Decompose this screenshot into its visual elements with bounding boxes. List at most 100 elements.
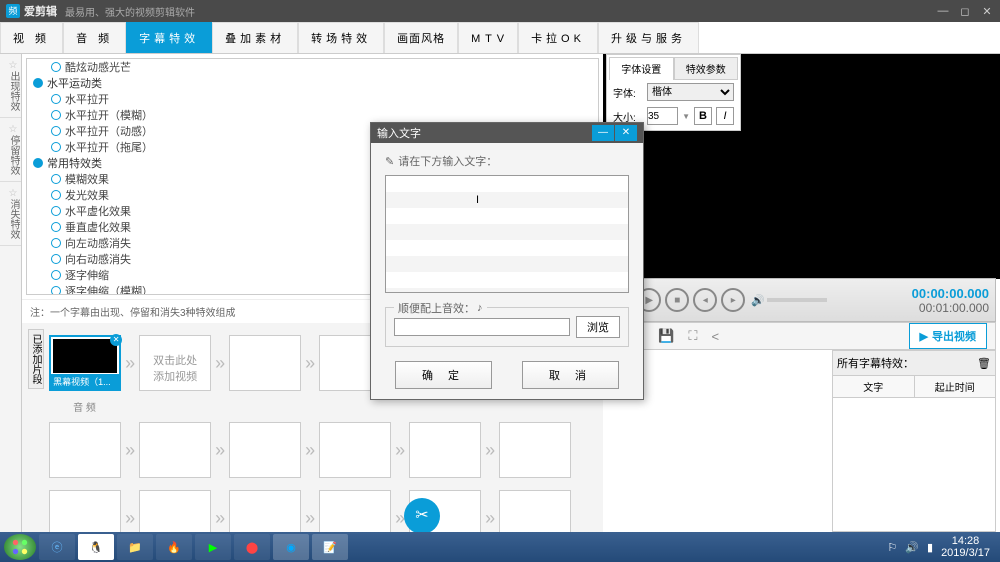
music-note-icon: ♪ — [477, 302, 483, 314]
audio-path-input[interactable] — [394, 318, 570, 336]
delete-icon[interactable]: 🗑 — [977, 357, 991, 370]
taskbar-aijianji-icon[interactable]: ◉ — [273, 534, 309, 560]
radio-icon — [51, 126, 61, 136]
next-frame-button[interactable]: ▸ — [721, 288, 745, 312]
effect-item[interactable]: 水平拉开 — [27, 91, 598, 107]
app-logo-icon: 频 — [6, 4, 20, 18]
taskbar-notepad-icon[interactable]: 📝 — [312, 534, 348, 560]
radio-icon — [51, 62, 61, 72]
main-tab-5[interactable]: 画面风格 — [384, 22, 458, 53]
effect-category[interactable]: 水平运动类 — [27, 75, 598, 91]
empty-audio-slot[interactable] — [319, 422, 391, 478]
radio-icon — [51, 286, 61, 295]
col-time[interactable]: 起止时间 — [915, 376, 996, 397]
effect-item[interactable]: 酷炫动感光芒 — [27, 59, 598, 75]
radio-icon — [51, 222, 61, 232]
minimize-button[interactable]: — — [936, 5, 950, 18]
input-text-dialog: 输入文字 — ✕ ✎ 请在下方输入文字： I 顺便配上音效： ♪ 浏览 确 定 … — [370, 122, 644, 400]
tray-clock[interactable]: 14:28 2019/3/17 — [941, 535, 990, 559]
side-tab-0[interactable]: ☆出现特效 — [0, 54, 21, 118]
dialog-minimize-button[interactable]: — — [592, 125, 614, 141]
empty-slot[interactable] — [229, 490, 301, 532]
collapse-icon — [33, 158, 43, 168]
dialog-close-button[interactable]: ✕ — [615, 125, 637, 141]
browse-button[interactable]: 浏览 — [576, 316, 620, 338]
empty-slot[interactable] — [499, 490, 571, 532]
taskbar-app-icon[interactable]: 🐧 — [78, 534, 114, 560]
add-clip-slot[interactable]: 双击此处添加视频 — [139, 335, 211, 391]
empty-slot[interactable] — [139, 490, 211, 532]
empty-audio-slot[interactable] — [49, 422, 121, 478]
main-tab-0[interactable]: 视 频 — [0, 22, 63, 53]
font-select[interactable]: 楷体 — [647, 83, 734, 101]
export-icon: ▶ — [920, 330, 928, 343]
collapse-icon — [33, 78, 43, 88]
cancel-button[interactable]: 取 消 — [522, 361, 619, 389]
side-tab-1[interactable]: ☆停留特效 — [0, 118, 21, 182]
taskbar-record-icon[interactable]: ⬤ — [234, 534, 270, 560]
font-settings-panel: 字体设置 特效参数 字体: 楷体 大小: ▼ B I — [606, 54, 741, 131]
volume-slider[interactable] — [767, 298, 827, 302]
bold-button[interactable]: B — [694, 107, 712, 125]
arrow-icon: » — [305, 353, 315, 374]
export-video-button[interactable]: ▶ 导出视频 — [909, 323, 987, 349]
timeline-side-tab[interactable]: 已添加片段 — [28, 329, 44, 389]
main-tab-7[interactable]: 卡拉OK — [518, 22, 598, 53]
current-time: 00:00:00.000 — [912, 286, 989, 301]
effect-params-tab[interactable]: 特效参数 — [674, 57, 739, 80]
subtitle-panel-title: 所有字幕特效： — [837, 355, 914, 371]
font-label: 字体: — [613, 85, 643, 100]
main-tab-8[interactable]: 升级与服务 — [598, 22, 699, 53]
taskbar-firefox-icon[interactable]: 🔥 — [156, 534, 192, 560]
italic-button[interactable]: I — [716, 107, 734, 125]
main-tab-3[interactable]: 叠加素材 — [212, 22, 298, 53]
main-tab-6[interactable]: M T V — [458, 22, 518, 53]
tray-flag-icon[interactable]: ⚐ — [887, 541, 897, 554]
close-button[interactable]: ✕ — [980, 5, 994, 18]
tray-volume-icon[interactable]: 🔊 — [905, 541, 919, 554]
volume-icon[interactable]: 🔊 — [751, 294, 765, 307]
font-tab[interactable]: 字体设置 — [609, 57, 674, 80]
radio-icon — [51, 110, 61, 120]
radio-icon — [51, 206, 61, 216]
scissors-button[interactable]: ✂ — [404, 498, 440, 534]
taskbar-ie-icon[interactable]: ⓔ — [39, 534, 75, 560]
effect-item[interactable]: 水平拉开（模糊） — [27, 107, 598, 123]
clip-label: 黑幕视频（1... — [51, 374, 119, 389]
size-input[interactable] — [647, 107, 678, 125]
prev-frame-button[interactable]: ◂ — [693, 288, 717, 312]
empty-slot[interactable] — [49, 490, 121, 532]
main-tab-2[interactable]: 字幕特效 — [126, 22, 212, 53]
empty-slot[interactable] — [319, 490, 391, 532]
save-icon[interactable]: 💾 — [658, 328, 674, 344]
maximize-button[interactable]: ◻ — [958, 5, 972, 18]
empty-audio-slot[interactable] — [499, 422, 571, 478]
arrow-icon: » — [125, 353, 135, 374]
empty-audio-slot[interactable] — [139, 422, 211, 478]
radio-icon — [51, 270, 61, 280]
start-button[interactable] — [4, 534, 36, 560]
text-input-area[interactable]: I — [385, 175, 629, 293]
empty-audio-slot[interactable] — [409, 422, 481, 478]
app-title: 爱剪辑 — [24, 3, 57, 19]
tray-network-icon[interactable]: ▮ — [927, 541, 933, 554]
taskbar-explorer-icon[interactable]: 📁 — [117, 534, 153, 560]
edit-icon: ✎ — [385, 155, 394, 168]
radio-icon — [51, 190, 61, 200]
fullscreen-icon[interactable]: ⛶ — [688, 328, 697, 344]
empty-clip-slot[interactable] — [229, 335, 301, 391]
remove-clip-icon[interactable]: ✕ — [110, 334, 122, 346]
main-tab-4[interactable]: 转场特效 — [298, 22, 384, 53]
col-text[interactable]: 文字 — [833, 376, 915, 397]
empty-audio-slot[interactable] — [229, 422, 301, 478]
stop-button[interactable]: ■ — [665, 288, 689, 312]
share-icon[interactable]: < — [712, 329, 720, 344]
taskbar-player-icon[interactable]: ▶ — [195, 534, 231, 560]
dialog-title: 输入文字 — [377, 125, 421, 141]
text-cursor-icon: I — [476, 194, 477, 208]
side-tab-2[interactable]: ☆消失特效 — [0, 182, 21, 246]
main-tab-1[interactable]: 音 频 — [63, 22, 126, 53]
ok-button[interactable]: 确 定 — [395, 361, 492, 389]
video-clip[interactable]: ✕ 黑幕视频（1... — [49, 335, 121, 391]
radio-icon — [51, 142, 61, 152]
